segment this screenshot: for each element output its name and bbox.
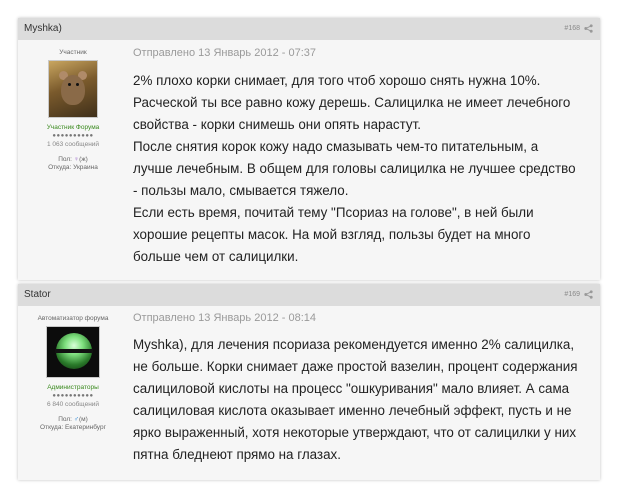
orb-band (55, 349, 93, 353)
post-header: Myshka) #168 (18, 18, 600, 40)
forum-post: Myshka) #168 Участник Участник Форума ●●… (18, 18, 600, 280)
post-header: Stator #169 (18, 284, 600, 306)
post-text-line: ярко выраженный, хотя некоторые утвержда… (133, 425, 577, 440)
post-text-line: пятна бледнеют прямо на глазах. (133, 447, 341, 462)
post-text-line: больше чем от салицилки. (133, 249, 299, 264)
avatar[interactable] (48, 60, 98, 118)
share-icon[interactable] (584, 24, 593, 33)
gender-label: Пол: (58, 416, 72, 423)
user-rank: Участник (59, 49, 87, 56)
post-text-line: После снятия корок кожу надо смазывать ч… (133, 139, 539, 154)
author-name-link[interactable]: Myshka) (24, 23, 62, 34)
mouse-eye (76, 83, 79, 86)
post-text-line: свойства - корки снимешь они опять нарас… (133, 117, 421, 132)
message-count: 6 840 сообщений (46, 401, 100, 408)
location: Откуда: Екатеринбург (40, 424, 106, 431)
gender-label: Пол: (58, 156, 72, 163)
gender-row: Пол: ♂(м) (18, 416, 128, 424)
post-text-line: не больше. Корки снимает даже простой ва… (133, 359, 578, 374)
reputation-pips: ●●●●●●●●●● (52, 133, 94, 139)
post-date: Отправлено 13 Январь 2012 - 07:37 (133, 47, 316, 59)
post-text-line: хорошие рецепты масок. На мой взгляд, по… (133, 227, 531, 242)
post-text-line: - пользы мало, смывается тяжело. (133, 183, 349, 198)
mouse-eye (68, 83, 71, 86)
user-info-panel: Автоматизатор форума Администраторы ●●●●… (18, 306, 128, 432)
post-body: 2% плохо корки снимает, для того чтоб хо… (133, 70, 595, 268)
post-text-line: Расческой ты все равно кожу дерешь. Сали… (133, 95, 571, 110)
post-text-line: салициловая кислота оказывает именно леч… (133, 403, 572, 418)
gender-text: (м) (79, 416, 88, 423)
post-text-line: Если есть время, почитай тему "Псориаз н… (133, 205, 534, 220)
gender-row: Пол: ♀(ж) (18, 156, 128, 164)
post-text-line: салициловой кислоты на процесс "ошкурива… (133, 381, 570, 396)
forum-post: Stator #169 Автоматизатор форума Админис… (18, 284, 600, 480)
group-title: Участник Форума (46, 124, 100, 131)
avatar[interactable] (46, 326, 100, 378)
location: Откуда: Украина (48, 164, 98, 171)
post-text-line: Myshka), для лечения псориаза рекомендуе… (133, 337, 575, 352)
mouse-figure (61, 75, 85, 105)
reputation-pips: ●●●●●●●●●● (52, 393, 94, 399)
author-name-link[interactable]: Stator (24, 289, 51, 300)
message-count: 1 063 сообщений (46, 141, 100, 148)
post-number-link[interactable]: #169 (564, 291, 580, 298)
post-date: Отправлено 13 Январь 2012 - 08:14 (133, 312, 316, 324)
group-title: Администраторы (47, 384, 99, 391)
post-text-line: лучше лечебным. В общем для головы салиц… (133, 161, 576, 176)
user-rank: Автоматизатор форума (37, 315, 109, 322)
gender-text: (ж) (79, 156, 88, 163)
post-body: Myshka), для лечения псориаза рекомендуе… (133, 334, 595, 466)
share-icon[interactable] (584, 290, 593, 299)
post-text-line: 2% плохо корки снимает, для того чтоб хо… (133, 73, 541, 88)
user-info-panel: Участник Участник Форума ●●●●●●●●●● 1 06… (18, 40, 128, 172)
post-number-link[interactable]: #168 (564, 25, 580, 32)
